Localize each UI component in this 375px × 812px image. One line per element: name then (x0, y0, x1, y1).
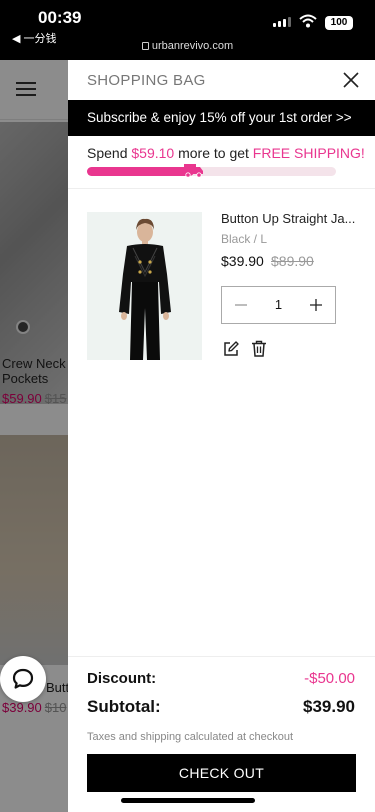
chat-button[interactable] (0, 656, 46, 702)
trash-icon[interactable] (251, 340, 267, 357)
subtotal-value: $39.90 (303, 697, 355, 716)
shipping-middle: more to get (174, 145, 253, 161)
cellular-signal-icon (273, 17, 291, 27)
cart-item-name[interactable]: Button Up Straight Ja... (221, 211, 361, 226)
cart-item-original-price: $89.90 (271, 253, 314, 269)
taxes-shipping-note: Taxes and shipping calculated at checkou… (87, 731, 294, 743)
cart-item-variant: Black / L (221, 232, 268, 246)
cart-item-image[interactable] (87, 212, 202, 360)
cart-summary-footer: Discount: -$50.00 Subtotal: $39.90 Taxes… (68, 656, 375, 812)
truck-icon (184, 164, 204, 178)
shipping-progress-bar (87, 164, 336, 178)
drawer-title: SHOPPING BAG (87, 72, 206, 89)
subscribe-promo-banner[interactable]: Subscribe & enjoy 15% off your 1st order… (68, 100, 375, 136)
wifi-icon (299, 14, 317, 28)
plus-icon (310, 299, 322, 311)
product-photo (87, 212, 202, 360)
shopping-bag-drawer: SHOPPING BAG Subscribe & enjoy 15% off y… (68, 60, 375, 812)
checkout-button[interactable]: CHECK OUT (87, 754, 356, 792)
shipping-amount: $59.10 (131, 145, 175, 161)
divider (68, 188, 375, 189)
browser-url[interactable]: urbanrevivo.com (0, 40, 375, 52)
subtotal-label: Subtotal: (87, 697, 161, 716)
shipping-progress-fill (87, 167, 195, 176)
free-shipping-message: Spend $59.10 more to get FREE SHIPPING! (87, 145, 365, 161)
increase-quantity-button[interactable] (297, 287, 335, 323)
battery-icon: 100 (325, 16, 353, 30)
status-bar: 00:39 ◀ 一分钱 urbanrevivo.com 100 (0, 0, 375, 60)
drawer-header: SHOPPING BAG (68, 60, 375, 100)
url-text: urbanrevivo.com (151, 40, 234, 52)
minus-icon (235, 304, 247, 306)
lock-icon (141, 42, 149, 50)
cart-item-price: $39.90 (221, 253, 264, 269)
close-icon[interactable] (343, 72, 359, 88)
home-indicator[interactable] (121, 798, 255, 803)
quantity-stepper: 1 (221, 286, 336, 324)
edit-icon[interactable] (223, 341, 239, 357)
shipping-prefix: Spend (87, 145, 132, 161)
discount-value: -$50.00 (304, 670, 355, 687)
discount-label: Discount: (87, 670, 157, 687)
decrease-quantity-button[interactable] (222, 287, 260, 323)
chat-icon (12, 668, 34, 689)
free-shipping-highlight: FREE SHIPPING! (252, 145, 365, 161)
status-time: 00:39 (38, 8, 82, 27)
quantity-value[interactable]: 1 (260, 287, 297, 323)
